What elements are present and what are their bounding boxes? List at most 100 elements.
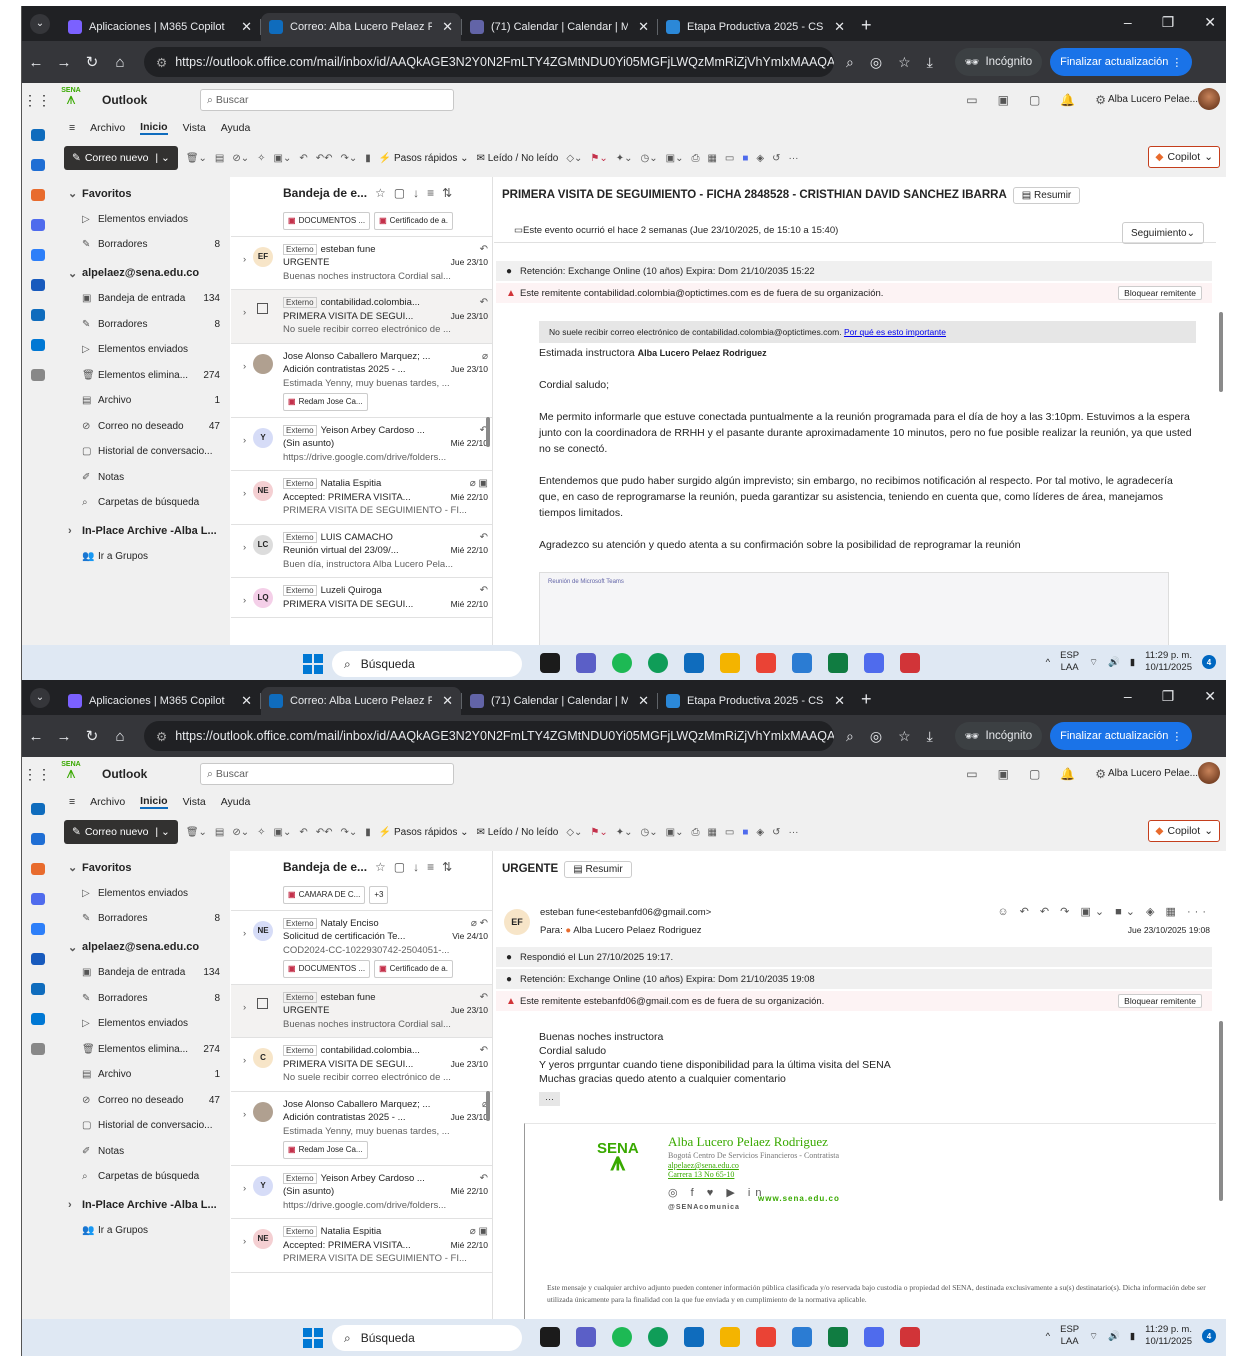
menu-ayuda[interactable]: Ayuda [221,796,251,808]
select-checkbox[interactable] [257,997,268,1009]
bookmark-star-icon[interactable]: ☆ [898,728,911,745]
taskbar-app-icon[interactable] [540,1327,560,1347]
message-action-icon[interactable]: ↶ [480,584,488,598]
message-action-icon[interactable]: ↶ [480,1044,488,1058]
folder-item[interactable]: 👥 Ir a Grupos [56,544,230,570]
taskbar-app-icon[interactable] [828,1327,848,1347]
site-info-icon[interactable]: ⚙ [156,729,167,744]
reply-icon[interactable]: ↶ [299,153,307,164]
menu-inicio[interactable]: Inicio [140,121,168,135]
bell-icon[interactable]: 🔔 [1060,767,1075,781]
close-window-icon[interactable]: ✕ [1204,14,1216,31]
taskbar-app-icon[interactable] [576,1327,596,1347]
folder-item[interactable]: ▢ Historial de conversacio... [56,1113,230,1139]
browser-tab[interactable]: Etapa Productiva 2025 - CSF - [✕ [658,13,853,41]
message-item[interactable]: › NE Externo Natalia Espitia ⌀ ▣ Accepted: PR… [231,471,492,525]
move-icon[interactable]: ▣⌄ [274,827,292,838]
taskbar-app-icon[interactable] [720,1327,740,1347]
folder-item[interactable]: ✎ Borradores 8 [56,232,230,258]
copilot-rail-icon[interactable] [31,189,45,201]
undo-icon[interactable]: ↺ [772,153,780,164]
tab-close-icon[interactable]: ✕ [442,19,453,35]
delete-icon[interactable]: 🗑⌄ [186,153,207,164]
print-icon[interactable]: ⎙ [691,153,699,164]
apps-icon[interactable]: ▦ [707,827,716,838]
tab-search-icon[interactable]: ⌄ [30,687,50,708]
feedback-icon[interactable]: ▢ [1029,767,1040,781]
attachment-chip[interactable]: ▣ Redam Jose Ca... [283,393,368,411]
message-item[interactable]: › Jose Alonso Caballero Marquez; ... ⌀ Adic… [231,344,492,418]
language-indicator[interactable]: ESP LAA [1060,650,1079,674]
archive-icon[interactable]: ▤ [215,153,224,164]
bookmark-star-icon[interactable]: ☆ [898,54,911,71]
folder-item[interactable]: ⌄ alpelaez@sena.edu.co [56,935,230,961]
taskbar-app-icon[interactable] [864,1327,884,1347]
folder-item[interactable]: ⌄ alpelaez@sena.edu.co [56,261,230,287]
expand-chevron-icon[interactable]: › [243,487,246,501]
message-item[interactable]: › LC Externo LUIS CAMACHO ↶ Reunión virtual d… [231,525,492,578]
tab-close-icon[interactable]: ✕ [834,19,845,35]
more-icon[interactable]: ··· [789,827,799,838]
show-more-button[interactable]: ··· [539,1092,560,1106]
folder-item[interactable]: ▣ Bandeja de entrada 134 [56,960,230,986]
folder-item[interactable]: ⌄ Favoritos [56,855,230,881]
taskbar-app-icon[interactable] [648,1327,668,1347]
list-title[interactable]: Bandeja de e... [283,186,367,200]
sort-order-icon[interactable]: ⇅ [442,860,452,874]
quick-steps-button[interactable]: ⚡ Pasos rápidos ⌄ [379,827,469,838]
minimize-icon[interactable]: – [1124,14,1132,31]
pin-icon[interactable]: ✦⌄ [616,827,633,838]
wifi-icon[interactable]: ⌔ [1089,1331,1098,1342]
bell-icon[interactable]: 🔔 [1060,93,1075,107]
update-button[interactable]: Finalizar actualización ⋮ [1050,722,1193,750]
tab-close-icon[interactable]: ✕ [241,693,252,709]
attachment-chip[interactable]: ▣ Certificado de a. [374,960,453,978]
back-icon[interactable]: ← [22,54,50,71]
summarize-button[interactable]: ▤ Resumir [564,861,632,878]
reading-scrollbar[interactable] [1219,312,1223,392]
social-icons[interactable]: ◎ f ♥ ▶ in [668,1186,766,1199]
archive-icon[interactable]: ▤ [215,827,224,838]
message-action-icon[interactable]: ↶ [480,243,488,257]
undo-icon[interactable]: ↺ [772,827,780,838]
attachment-chip[interactable]: ▣ Certificado de a. [374,212,453,230]
folder-item[interactable]: › In-Place Archive -Alba L... [56,519,230,545]
flag-icon[interactable]: ⚑⌄ [590,153,607,164]
immersive-icon[interactable]: ▭ [725,153,734,164]
tracking-icon[interactable]: ◎ [870,54,882,71]
tab-close-icon[interactable]: ✕ [241,19,252,35]
snooze-icon[interactable]: ◷⌄ [641,153,658,164]
folder-item[interactable]: ⌄ Favoritos [56,181,230,207]
tag-icon[interactable]: ◇⌄ [566,827,582,838]
flag-icon[interactable]: ⚑⌄ [590,827,607,838]
onedrive-icon[interactable] [31,1013,45,1025]
message-item[interactable]: › LQ Externo Luzeli Quiroga ↶ PRIMERA VISITA … [231,578,492,618]
chevron-up-icon[interactable]: ^ [1046,1331,1050,1342]
download-icon[interactable]: ⤓ [927,54,933,71]
message-action-icon[interactable]: ⌀ [482,350,488,364]
sort-icon[interactable]: ↓ [413,860,419,874]
snooze-icon[interactable]: ◷⌄ [641,827,658,838]
notice-link[interactable]: Por qué es esto importante [844,327,946,337]
new-tab-icon[interactable]: + [861,15,872,36]
message-item[interactable]: › C Externo contabilidad.colombia... ↶ PRIMER… [231,1038,492,1092]
message-item[interactable]: › NE Externo Nataly Enciso ⌀ ↶ Solicitud de c… [231,911,492,985]
wifi-icon[interactable]: ⌔ [1089,657,1098,668]
zoom-icon[interactable]: ⌕ [846,728,854,745]
sort-order-icon[interactable]: ⇅ [442,186,452,200]
summarize-button[interactable]: ▤ Resumir [1012,187,1081,204]
folder-item[interactable]: ⌕ Carpetas de búsqueda [56,1164,230,1190]
sweep-icon[interactable]: ✧ [257,827,265,838]
viva-icon[interactable]: ◈ [756,827,764,838]
folder-item[interactable]: 🗑 Elementos elimina... 274 [56,1037,230,1063]
filter-icon[interactable]: ▢ [394,186,405,200]
browser-tab[interactable]: (71) Calendar | Calendar | Micro ✕ [462,13,657,41]
move-icon[interactable]: ▣⌄ [274,153,292,164]
expand-chevron-icon[interactable]: › [243,306,246,320]
sender-address[interactable]: esteban fune<estebanfd06@gmail.com> [540,907,711,918]
attachment-chip[interactable]: +3 [369,886,389,904]
message-action-icon[interactable]: ↶ [480,296,488,310]
folder-item[interactable]: ▷ Elementos enviados [56,337,230,363]
expand-chevron-icon[interactable]: › [243,253,246,267]
message-action-icon[interactable]: ↶ [480,1172,488,1186]
